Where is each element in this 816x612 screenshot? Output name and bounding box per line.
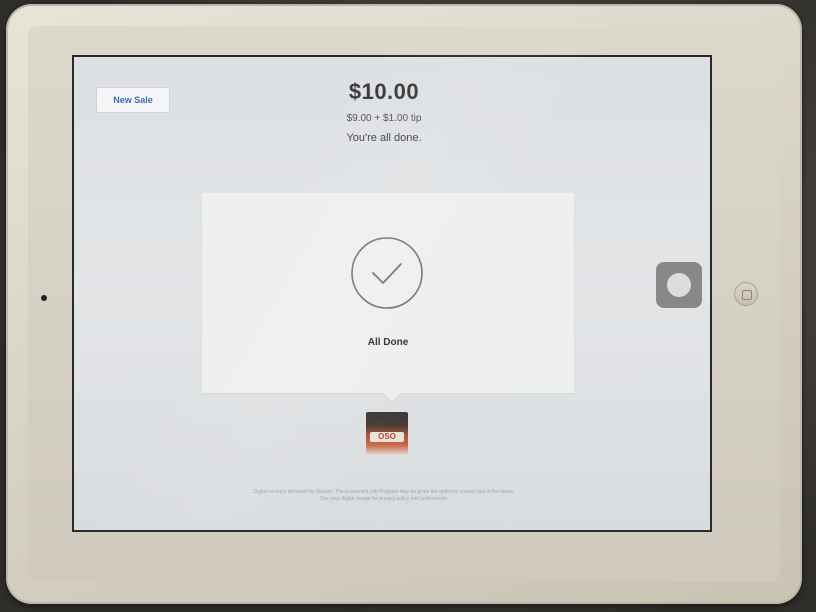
fineprint-line-2: See your digital receipt for privacy pol… (319, 496, 449, 502)
screen: New Sale $10.00 $9.00 + $1.00 tip You're… (72, 55, 712, 532)
fineprint-line-1: Digital receipts delivered by Square. Th… (253, 489, 515, 495)
receipt-fineprint: Digital receipts delivered by Square. Th… (184, 489, 584, 503)
status-label: All Done (367, 337, 409, 348)
status-card: All Done (202, 193, 574, 401)
front-camera (41, 295, 47, 301)
sale-summary: $10.00 $9.00 + $1.00 tip You're all done… (74, 79, 694, 144)
checkmark-circle-icon (351, 237, 423, 309)
home-button[interactable] (734, 282, 758, 306)
sale-total: $10.00 (348, 79, 420, 104)
sale-breakdown: $9.00 + $1.00 tip (346, 113, 422, 124)
completion-message: You're all done. (346, 132, 422, 144)
product-thumbnail-label: OSO (370, 432, 404, 442)
assistive-touch-button[interactable] (656, 262, 702, 308)
product-thumbnail: OSO (366, 412, 408, 456)
